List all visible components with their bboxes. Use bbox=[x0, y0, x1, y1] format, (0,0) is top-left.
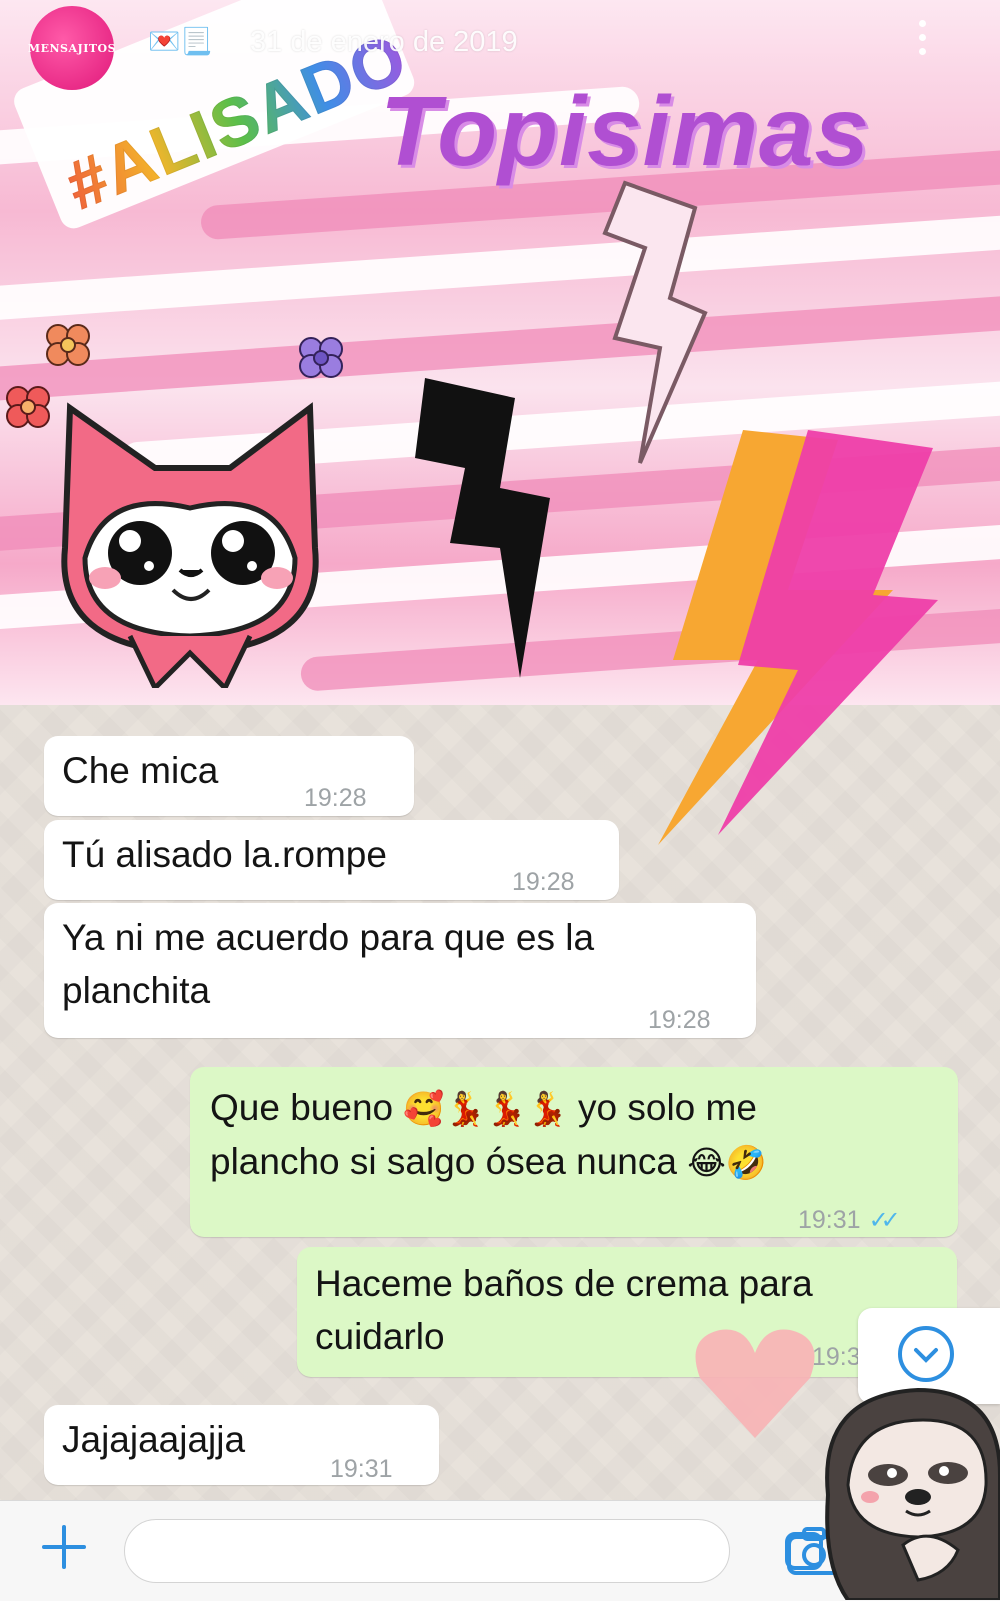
story-date: 31 de enero de 2019 bbox=[250, 26, 518, 58]
message-bubble-outgoing[interactable]: Que bueno 🥰💃💃💃 yo solo me plancho si sal… bbox=[190, 1067, 958, 1237]
chevron-down-icon bbox=[898, 1326, 954, 1382]
flower-sticker-icon bbox=[46, 324, 90, 366]
read-receipt-icon: ✓✓ bbox=[868, 1207, 901, 1234]
message-line: Haceme baños de crema para bbox=[315, 1263, 813, 1304]
emoji-group: 😂🤣 bbox=[687, 1143, 767, 1182]
message-line: Ya ni me acuerdo para que es la bbox=[62, 917, 595, 958]
emoji-group: 🥰💃💃💃 bbox=[403, 1089, 568, 1128]
color-lightning-sticker-icon bbox=[658, 430, 938, 845]
message-time: 19:28 bbox=[512, 868, 575, 896]
message-time: 19:31 bbox=[330, 1455, 393, 1483]
message-bubble-incoming[interactable]: Che mica 19:28 bbox=[44, 736, 414, 816]
message-input[interactable] bbox=[124, 1519, 823, 1583]
message-time: 19:28 bbox=[648, 1006, 711, 1034]
message-line: planchita bbox=[62, 970, 211, 1011]
sloth-sticker-icon bbox=[825, 1387, 1000, 1600]
message-bubble-incoming[interactable]: Ya ni me acuerdo para que es la planchit… bbox=[44, 903, 756, 1038]
message-text: Ya ni me acuerdo para que es la planchit… bbox=[62, 911, 738, 1017]
message-time: 19:31 ✓✓ bbox=[798, 1206, 901, 1234]
avatar[interactable]: MENSAJITOS bbox=[28, 6, 116, 90]
message-line: plancho si salgo ósea nunca 😂🤣 bbox=[210, 1141, 767, 1182]
heart-sticker-icon bbox=[695, 1329, 815, 1438]
lightning-sticker-icon bbox=[602, 180, 708, 464]
story-header: MENSAJITOS 💌📃 31 de enero de 2019 bbox=[0, 0, 1000, 90]
message-time: 19:28 bbox=[304, 784, 367, 812]
lightning-sticker-icon bbox=[415, 378, 550, 678]
more-vertical-icon[interactable] bbox=[918, 20, 928, 62]
message-text: Que bueno 🥰💃💃💃 yo solo me plancho si sal… bbox=[210, 1081, 940, 1189]
headline-sticker: Topisimas bbox=[380, 76, 871, 186]
cat-sticker-icon bbox=[61, 402, 319, 688]
message-line: Que bueno 🥰💃💃💃 yo solo me bbox=[210, 1087, 757, 1128]
letter-icon: 💌📃 bbox=[148, 26, 213, 56]
plus-icon[interactable] bbox=[40, 1523, 88, 1571]
flower-sticker-icon bbox=[299, 337, 343, 378]
message-bubble-incoming[interactable]: Jajajaajajja 19:31 bbox=[44, 1405, 439, 1485]
message-bubble-incoming[interactable]: Tú alisado la.rompe 19:28 bbox=[44, 820, 619, 900]
